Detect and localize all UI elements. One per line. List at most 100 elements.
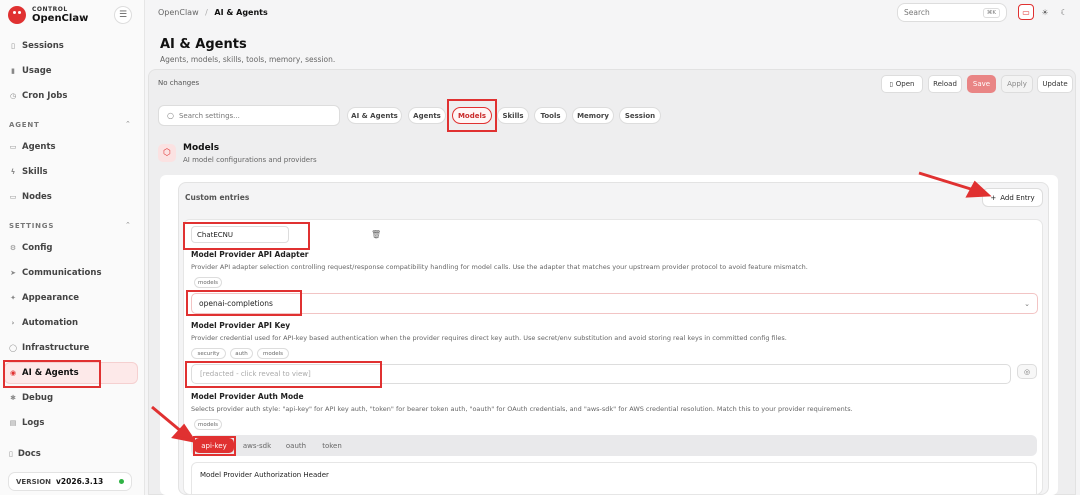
breadcrumb-separator: /	[205, 8, 208, 17]
auth-option-oauth[interactable]: oauth	[280, 438, 312, 453]
sidebar-item-label: Sessions	[22, 41, 64, 51]
search-placeholder: Search	[904, 8, 930, 17]
file-icon: ▯	[889, 80, 893, 88]
sidebar-item-label: Automation	[22, 318, 78, 328]
sidebar-item-infrastructure[interactable]: ◯ Infrastructure	[9, 343, 89, 353]
bug-icon: ✱	[10, 394, 16, 402]
custom-entries-title: Custom entries	[185, 193, 250, 202]
monitor-icon[interactable]: ▭	[1018, 4, 1034, 20]
auth-mode-label: Model Provider Auth Mode	[191, 392, 304, 401]
sparkle-icon: ✦	[10, 294, 16, 302]
eye-off-icon: ◎	[1023, 367, 1031, 376]
sidebar-item-logs[interactable]: ▤ Logs	[9, 418, 45, 428]
global-search-input[interactable]: Search ⌘K	[897, 3, 1007, 22]
sidebar-item-label: Agents	[22, 142, 56, 152]
entry-name-input[interactable]: ChatECNU	[191, 226, 289, 243]
sidebar-item-cron-jobs[interactable]: ◷ Cron Jobs	[9, 91, 68, 101]
api-key-label: Model Provider API Key	[191, 321, 291, 330]
tag-chip: models	[194, 419, 222, 430]
settings-search-input[interactable]: ○ Search settings...	[158, 105, 340, 126]
section-subtitle: AI model configurations and providers	[183, 156, 317, 164]
menu-icon: ☰	[118, 10, 128, 20]
sidebar-item-usage[interactable]: ▮ Usage	[9, 66, 52, 76]
docs-link[interactable]: ▯ Docs	[9, 449, 41, 459]
sidebar-item-label: Skills	[22, 167, 48, 177]
tab-models[interactable]: Models	[452, 107, 492, 124]
version-value: v2026.3.13	[56, 477, 104, 486]
tab-agents[interactable]: Agents	[408, 107, 446, 124]
brand[interactable]: CONTROL OpenClaw	[8, 6, 88, 24]
apply-button[interactable]: Apply	[1001, 75, 1033, 93]
sidebar-item-label: Appearance	[22, 293, 80, 303]
trash-icon[interactable]: 🗑	[371, 230, 381, 239]
sidebar-item-label: Config	[22, 243, 53, 253]
brand-name: OpenClaw	[32, 13, 89, 24]
sidebar-item-label: AI & Agents	[22, 368, 79, 378]
sidebar-item-skills[interactable]: ϟ Skills	[9, 167, 48, 177]
api-key-description: Provider credential used for API-key bas…	[191, 334, 787, 342]
sidebar-item-config[interactable]: ⚙ Config	[9, 243, 53, 253]
sidebar-item-nodes[interactable]: ▭ Nodes	[9, 192, 52, 202]
add-entry-button[interactable]: + Add Entry	[982, 188, 1043, 207]
chevron-up-icon[interactable]: ⌃	[125, 221, 131, 229]
breadcrumb-root[interactable]: OpenClaw	[158, 8, 199, 17]
terminal-icon: ›	[11, 319, 15, 327]
adapter-select[interactable]: openai-completions ⌄	[191, 293, 1038, 314]
auth-option-api-key[interactable]: api-key	[194, 438, 234, 453]
auth-option-token[interactable]: token	[316, 438, 348, 453]
update-button[interactable]: Update	[1037, 75, 1073, 93]
monitor-icon: ▭	[9, 193, 17, 201]
tab-session[interactable]: Session	[619, 107, 661, 124]
status-text: No changes	[158, 79, 200, 87]
topbar: OpenClaw / AI & Agents Search ⌘K ▭ ☀ ☾	[145, 0, 1080, 27]
breadcrumb-current: AI & Agents	[214, 8, 268, 17]
open-button[interactable]: ▯ Open	[881, 75, 923, 93]
bar-chart-icon: ▮	[11, 67, 15, 75]
sidebar-item-label: Nodes	[22, 192, 52, 202]
moon-icon[interactable]: ☾	[1056, 4, 1072, 20]
adapter-label: Model Provider API Adapter	[191, 250, 309, 259]
sidebar-collapse-button[interactable]: ☰	[114, 6, 132, 24]
breadcrumb: OpenClaw / AI & Agents	[158, 8, 268, 17]
auth-option-aws-sdk[interactable]: aws-sdk	[238, 438, 276, 453]
version-label: VERSION	[16, 477, 52, 486]
gear-icon: ⚙	[9, 244, 17, 252]
page-subtitle: Agents, models, skills, tools, memory, s…	[160, 55, 336, 64]
theme-switcher: ▭ ☀ ☾	[1018, 4, 1072, 20]
robot-icon: ◉	[9, 369, 17, 377]
tag-chip: models	[194, 277, 222, 288]
book-icon: ▯	[9, 450, 13, 458]
cube-icon: ⬡	[158, 144, 176, 162]
sidebar-item-debug[interactable]: ✱ Debug	[9, 393, 53, 403]
section-agent: AGENT	[9, 121, 40, 129]
sidebar-item-label: Debug	[22, 393, 54, 403]
chevron-up-icon[interactable]: ⌃	[125, 120, 131, 128]
api-key-placeholder: [redacted - click reveal to view]	[200, 370, 311, 378]
sidebar-item-ai-agents[interactable]: ◉ AI & Agents	[9, 368, 79, 378]
sun-icon[interactable]: ☀	[1037, 4, 1053, 20]
sidebar-item-label: Usage	[22, 66, 52, 76]
send-icon: ➤	[10, 269, 16, 277]
auth-header-label: Model Provider Authorization Header	[200, 471, 329, 479]
sidebar-item-communications[interactable]: ➤ Communications	[9, 268, 101, 278]
reveal-button[interactable]: ◎	[1017, 364, 1037, 379]
sidebar-item-automation[interactable]: › Automation	[9, 318, 78, 328]
tab-tools[interactable]: Tools	[534, 107, 567, 124]
docs-label: Docs	[17, 449, 41, 459]
tab-ai-agents[interactable]: AI & Agents	[347, 107, 402, 124]
chevron-down-icon: ⌄	[1024, 299, 1030, 308]
sidebar-item-label: Logs	[22, 418, 45, 428]
file-text-icon: ▤	[9, 419, 17, 427]
reload-button[interactable]: Reload	[928, 75, 962, 93]
adapter-description: Provider API adapter selection controlli…	[191, 263, 808, 271]
brand-label: CONTROL	[32, 6, 68, 13]
tab-memory[interactable]: Memory	[572, 107, 614, 124]
search-shortcut: ⌘K	[982, 7, 1000, 18]
tab-skills[interactable]: Skills	[497, 107, 529, 124]
sidebar-item-appearance[interactable]: ✦ Appearance	[9, 293, 79, 303]
sidebar-item-agents[interactable]: ▭ Agents	[9, 142, 56, 152]
sidebar-item-sessions[interactable]: ▯ Sessions	[9, 41, 64, 51]
api-key-input[interactable]: [redacted - click reveal to view]	[191, 364, 1011, 384]
save-button[interactable]: Save	[967, 75, 996, 93]
status-dot-icon	[119, 479, 124, 484]
